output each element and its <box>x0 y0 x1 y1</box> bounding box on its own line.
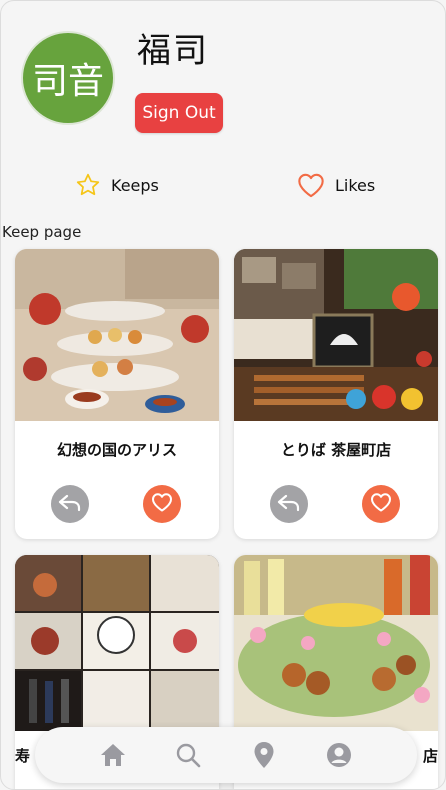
undo-arrow-icon <box>276 491 302 517</box>
tab-keeps-label: Keeps <box>111 175 159 195</box>
restaurant-card[interactable]: とりば 茶屋町店 <box>234 249 438 539</box>
location-pin-icon[interactable] <box>249 740 279 770</box>
restaurant-photo <box>234 555 438 731</box>
tab-likes[interactable]: Likes <box>297 169 375 201</box>
back-button[interactable] <box>51 485 89 523</box>
restaurant-name: とりば 茶屋町店 <box>280 441 392 459</box>
restaurant-name: 寿 <box>15 747 31 765</box>
restaurant-name: 店 <box>422 747 438 765</box>
restaurant-photo <box>15 555 219 731</box>
tab-keeps[interactable]: Keeps <box>75 169 159 201</box>
like-button[interactable] <box>362 485 400 523</box>
restaurant-photo <box>15 249 219 421</box>
section-label: Keep page <box>2 223 82 241</box>
heart-icon <box>297 172 325 198</box>
restaurant-name: 幻想の国のアリス <box>56 441 177 459</box>
undo-arrow-icon <box>57 491 83 517</box>
restaurant-card[interactable]: 幻想の国のアリス <box>15 249 219 539</box>
app-screen: 司音 福司 Sign Out Keeps Likes Keep page 幻想の… <box>0 0 446 790</box>
heart-icon <box>369 491 393 517</box>
restaurant-photo <box>234 249 438 421</box>
home-icon[interactable] <box>98 740 128 770</box>
star-icon <box>75 172 101 198</box>
like-button[interactable] <box>143 485 181 523</box>
avatar: 司音 <box>21 31 115 125</box>
user-icon[interactable] <box>324 740 354 770</box>
tab-likes-label: Likes <box>335 175 376 195</box>
bottom-nav <box>35 727 417 783</box>
search-icon[interactable] <box>173 740 203 770</box>
heart-icon <box>150 491 174 517</box>
back-button[interactable] <box>270 485 308 523</box>
sign-out-button[interactable]: Sign Out <box>135 93 223 133</box>
username: 福司 <box>137 31 209 71</box>
